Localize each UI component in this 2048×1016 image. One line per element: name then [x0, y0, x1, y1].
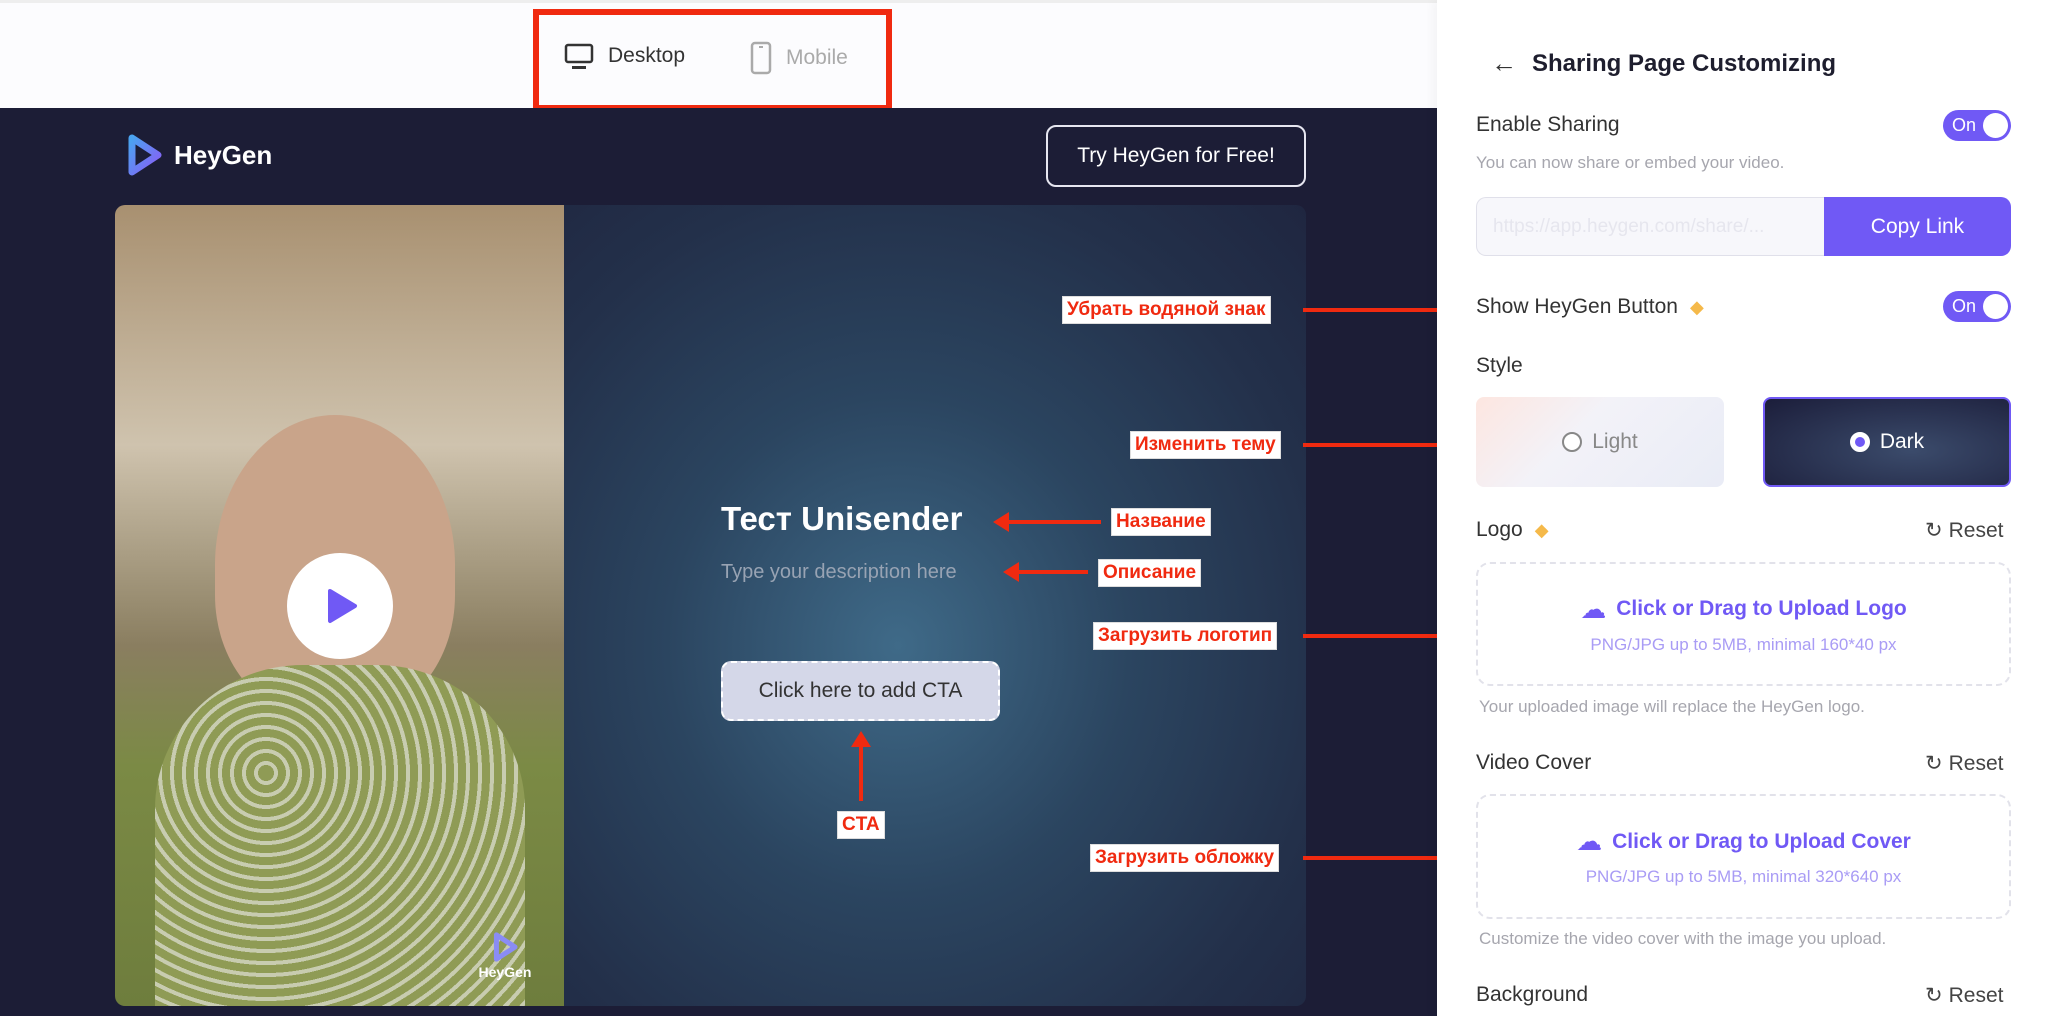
toggle-state: On	[1952, 296, 1977, 316]
video-cover-label: Video Cover	[1476, 751, 1592, 774]
annotation-logo: Загрузить логотип	[1093, 622, 1278, 650]
annotation-theme: Изменить тему	[1130, 431, 1281, 459]
background-reset-button[interactable]: ↻ Reset	[1925, 983, 2003, 1008]
background-label: Background	[1476, 983, 1589, 1006]
reset-label: Reset	[1948, 518, 2004, 542]
annotation-highlight-box	[533, 9, 892, 111]
radio-selected-icon	[1849, 432, 1870, 452]
logo-upload-spec: PNG/JPG up to 5MB, minimal 160*40 px	[1590, 634, 1897, 654]
annotation-description: Описание	[1098, 559, 1202, 587]
style-dark-label: Dark	[1879, 430, 1925, 453]
toggle-state: On	[1952, 115, 1977, 135]
cloud-upload-icon: ☁	[1576, 826, 1603, 856]
premium-diamond-icon: ◆	[1689, 296, 1704, 317]
play-icon	[328, 589, 357, 623]
cover-upload-label: Click or Drag to Upload Cover	[1612, 829, 1911, 853]
arrow-right-icon	[1303, 626, 1459, 646]
panel-title: Sharing Page Customizing	[1532, 50, 1837, 77]
show-heygen-button-label: Show HeyGen Button	[1476, 295, 1678, 318]
cover-upload-dropzone[interactable]: ☁ Click or Drag to Upload Cover PNG/JPG u…	[1476, 794, 2011, 919]
video-watermark: HeyGen	[465, 932, 545, 980]
cover-hint: Customize the video cover with the image…	[1479, 929, 1887, 948]
heygen-logo: HeyGen	[124, 134, 272, 176]
enable-sharing-hint: You can now share or embed your video.	[1476, 153, 1785, 172]
heygen-watermark-icon	[493, 932, 518, 962]
logo-reset-button[interactable]: ↻ Reset	[1925, 518, 2003, 543]
radio-icon	[1562, 432, 1583, 452]
video-title[interactable]: Тест Unisender	[721, 500, 963, 538]
reset-label: Reset	[1948, 983, 2004, 1007]
show-heygen-button-row: Show HeyGen Button ◆	[1476, 295, 1704, 319]
style-dark-option[interactable]: Dark	[1763, 397, 2011, 487]
reset-label: Reset	[1948, 751, 2004, 775]
reset-icon: ↻	[1925, 519, 1943, 542]
share-link-input[interactable]: https://app.heygen.com/share/...	[1476, 197, 1824, 256]
cloud-upload-icon: ☁	[1580, 593, 1607, 624]
arrow-up-icon	[851, 731, 871, 801]
logo-upload-dropzone[interactable]: ☁ Click or Drag to Upload Logo PNG/JPG up…	[1476, 562, 2011, 686]
copy-link-button[interactable]: Copy Link	[1824, 197, 2011, 256]
style-label: Style	[1476, 354, 1523, 377]
enable-sharing-label: Enable Sharing	[1476, 113, 1620, 136]
customize-panel: ← Sharing Page Customizing Enable Sharin…	[1437, 0, 2048, 1016]
arrow-right-icon	[1303, 300, 1459, 320]
video-info-card	[564, 205, 1306, 1006]
arrow-left-icon	[993, 512, 1101, 532]
cover-reset-button[interactable]: ↻ Reset	[1925, 751, 2003, 776]
style-light-label: Light	[1592, 430, 1638, 453]
brand-name: HeyGen	[174, 139, 273, 170]
try-heygen-button[interactable]: Try HeyGen for Free!	[1046, 125, 1306, 187]
annotation-title: Название	[1111, 508, 1211, 536]
cta-button[interactable]: Click here to add CTA	[721, 661, 1000, 721]
watermark-text: HeyGen	[478, 964, 532, 980]
show-heygen-button-toggle[interactable]: On	[1943, 291, 2011, 322]
logo-row: Logo ◆	[1476, 518, 1549, 542]
logo-upload-label: Click or Drag to Upload Logo	[1616, 597, 1907, 620]
reset-icon: ↻	[1925, 752, 1943, 775]
premium-diamond-icon: ◆	[1534, 519, 1549, 540]
annotation-watermark: Убрать водяной знак	[1062, 296, 1271, 324]
logo-label: Logo	[1476, 518, 1523, 541]
reset-icon: ↻	[1925, 984, 1943, 1007]
enable-sharing-toggle[interactable]: On	[1943, 110, 2011, 141]
annotation-cover: Загрузить обложку	[1090, 844, 1280, 872]
logo-hint: Your uploaded image will replace the Hey…	[1479, 697, 1865, 716]
play-button[interactable]	[287, 553, 393, 659]
arrow-right-icon	[1303, 848, 1459, 868]
cover-upload-spec: PNG/JPG up to 5MB, minimal 320*640 px	[1585, 867, 1902, 886]
arrow-right-icon	[1303, 435, 1459, 455]
arrow-left-icon	[1003, 562, 1088, 582]
annotation-cta: CTA	[837, 811, 885, 839]
style-light-option[interactable]: Light	[1476, 397, 1724, 487]
video-description[interactable]: Type your description here	[721, 561, 957, 584]
back-arrow-icon[interactable]: ←	[1491, 48, 1517, 79]
heygen-logo-icon	[128, 134, 162, 176]
